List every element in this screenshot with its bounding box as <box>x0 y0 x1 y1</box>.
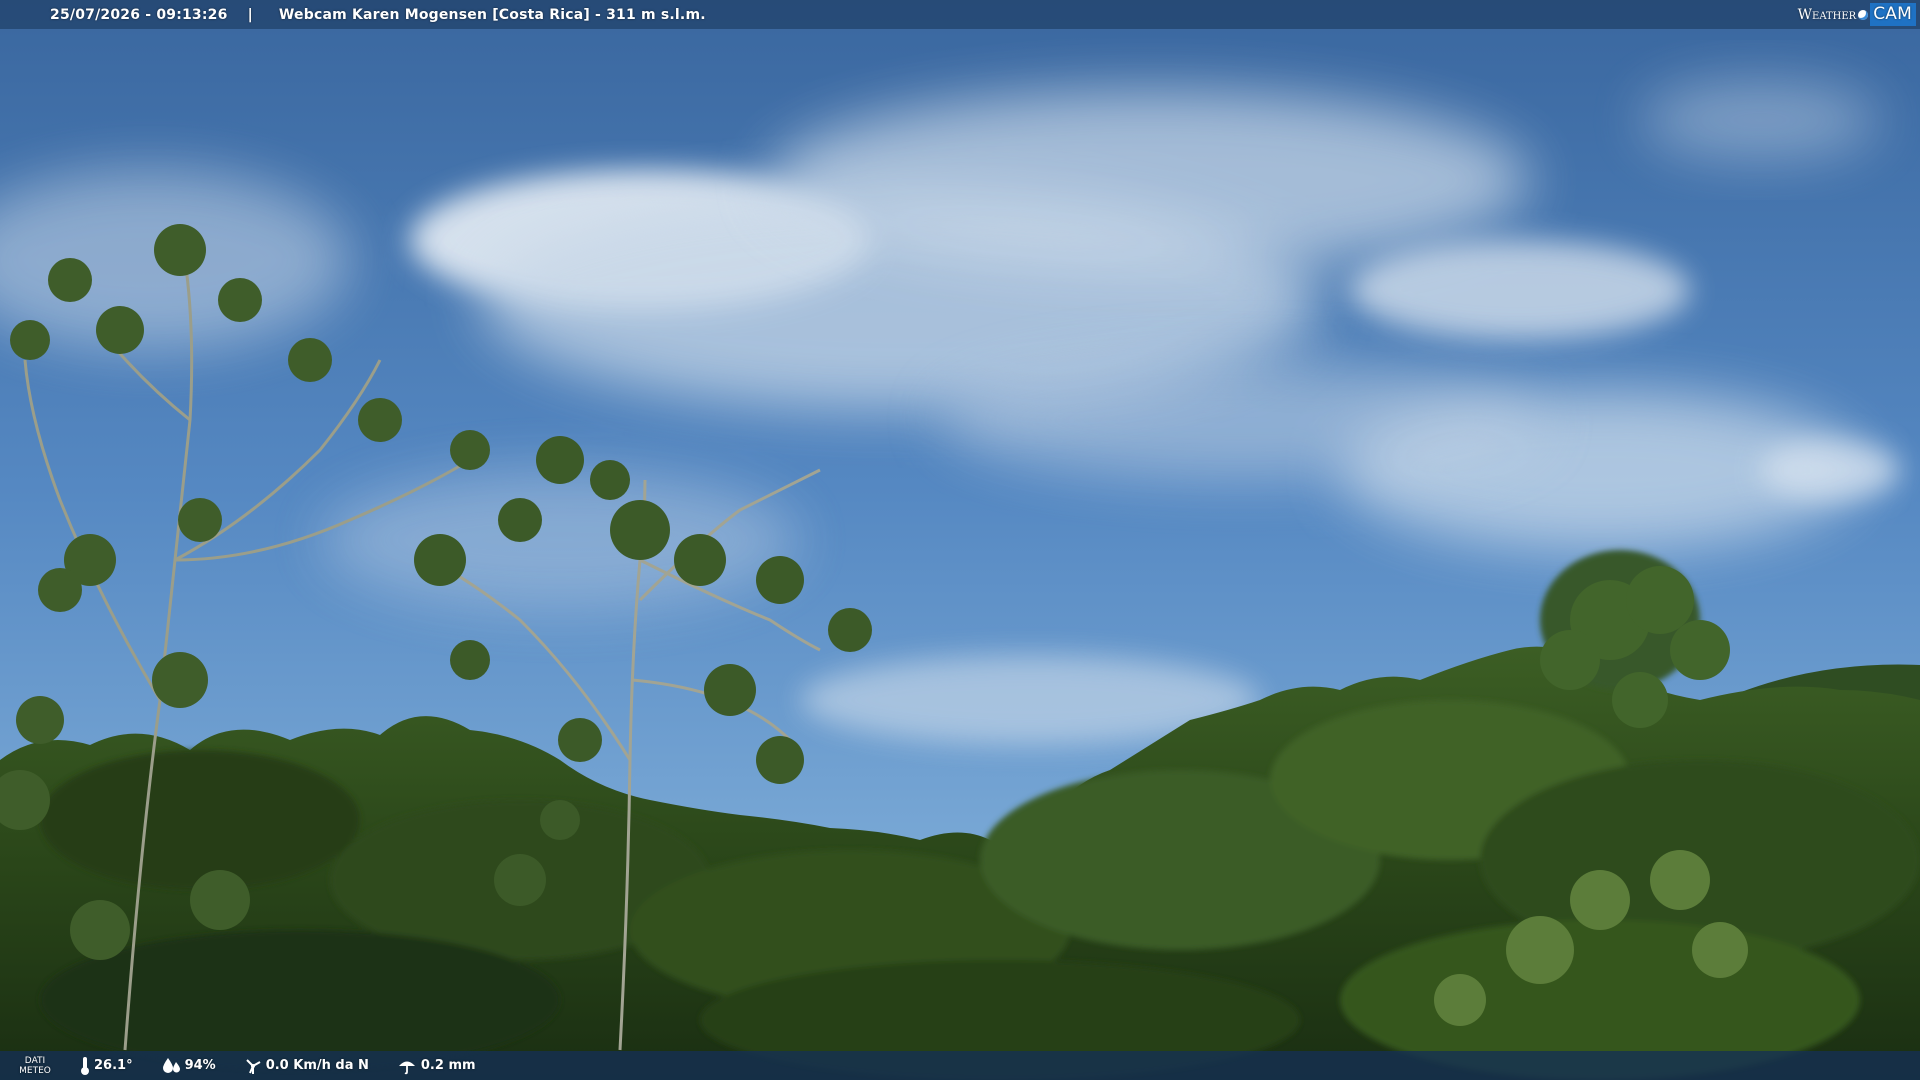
webcam-title: Webcam Karen Mogensen [Costa Rica] - 311… <box>278 6 706 23</box>
meteo-label-line1: DATI <box>24 1055 46 1066</box>
logo-cam-text: CAM <box>1870 3 1916 26</box>
wind-value: 0.0 Km/h da N <box>265 1058 369 1073</box>
logo-weather-text: Weather <box>1797 6 1857 23</box>
weathercam-logo: Weather CAM <box>1798 3 1916 26</box>
weather-data-bar: DATI METEO 26.1° 94% 0.0 Km/h da N 0.2 m… <box>0 1051 1920 1080</box>
thermometer-icon <box>81 1056 89 1075</box>
timestamp: 25/07/2026 - 09:13:26 <box>50 6 228 23</box>
temperature-reading: 26.1° <box>80 1056 133 1076</box>
temperature-value: 26.1° <box>94 1058 133 1073</box>
logo-dot-icon <box>1858 9 1869 20</box>
webcam-image <box>0 0 1920 1080</box>
rain-value: 0.2 mm <box>420 1058 476 1073</box>
meteo-data-label: DATI METEO <box>0 1056 70 1076</box>
meteo-label-line2: METEO <box>19 1065 51 1076</box>
header-separator: | <box>247 6 253 23</box>
rain-icon <box>398 1061 415 1074</box>
wind-icon <box>245 1058 261 1074</box>
webcam-frame: 25/07/2026 - 09:13:26 | Webcam Karen Mog… <box>0 0 1920 1080</box>
top-overlay-bar: 25/07/2026 - 09:13:26 | Webcam Karen Mog… <box>0 0 1920 29</box>
rain-reading: 0.2 mm <box>397 1057 476 1075</box>
wind-reading: 0.0 Km/h da N <box>244 1057 369 1075</box>
humidity-value: 94% <box>184 1058 216 1073</box>
humidity-reading: 94% <box>161 1057 216 1075</box>
humidity-drops-icon <box>162 1057 180 1073</box>
